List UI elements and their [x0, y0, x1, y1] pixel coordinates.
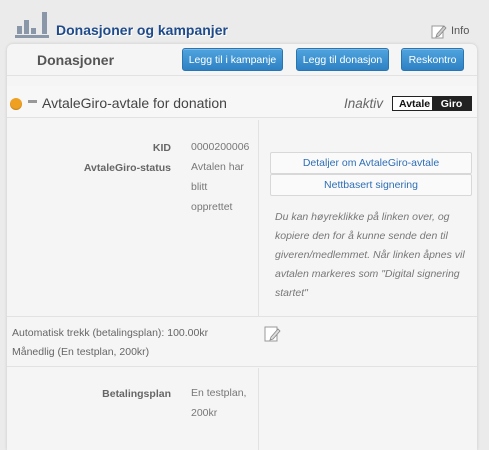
agreement-row[interactable]: AvtaleGiro-avtale for donation Inaktiv A…	[7, 86, 477, 118]
automatic-charge-text: Automatisk trekk (betalingsplan): 100.00…	[12, 327, 209, 358]
payment-plan-value-line-1: En testplan,	[191, 387, 247, 399]
app-title: Donasjoner og kampanjer	[56, 22, 228, 38]
agreement-title: AvtaleGiro-avtale for donation	[42, 95, 227, 111]
avtalegiro-status-line-2: blitt	[191, 181, 208, 193]
automatic-charge-section: Automatisk trekk (betalingsplan): 100.00…	[7, 316, 477, 367]
agreement-details: KID 0000200006 AvtaleGiro-status Avtalen…	[7, 120, 259, 316]
edit-icon[interactable]	[264, 325, 282, 343]
avtalegiro-status-line-1: Avtalen har	[191, 161, 244, 173]
kid-value: 0000200006	[191, 141, 250, 153]
panel-header: Donasjoner Legg til i kampanje Legg til …	[7, 44, 477, 76]
panel-title: Donasjoner	[37, 52, 115, 68]
payment-plan-section: Betalingsplan En testplan, 200kr	[7, 368, 259, 450]
avtalegiro-logo-right: Giro	[432, 97, 471, 110]
donations-panel: Donasjoner Legg til i kampanje Legg til …	[7, 44, 477, 450]
add-donation-button[interactable]: Legg til donasjon	[296, 48, 389, 71]
bar-chart-logo-icon	[15, 10, 49, 38]
reskontro-button[interactable]: Reskontro	[401, 48, 464, 71]
info-link[interactable]: Info	[431, 22, 469, 40]
edit-note-icon	[431, 25, 447, 39]
avtalegiro-status-label: AvtaleGiro-status	[83, 162, 171, 174]
avtalegiro-status-line-3: opprettet	[191, 201, 233, 213]
agreement-details-link[interactable]: Detaljer om AvtaleGiro-avtale	[270, 152, 472, 174]
add-to-campaign-button[interactable]: Legg til i kampanje	[182, 48, 283, 71]
info-label: Info	[451, 25, 470, 37]
agreement-actions: Detaljer om AvtaleGiro-avtale Nettbasert…	[260, 120, 477, 316]
avtalegiro-logo: Avtale Giro	[392, 96, 472, 111]
kid-label: KID	[152, 142, 171, 154]
avtalegiro-logo-left: Avtale	[393, 97, 433, 110]
agreement-status: Inaktiv	[344, 96, 384, 111]
payment-plan-value-line-2: 200kr	[191, 407, 218, 419]
payment-plan-label: Betalingsplan	[102, 388, 171, 400]
minus-icon[interactable]	[28, 100, 37, 103]
status-dot-icon	[10, 98, 22, 110]
app-header: Donasjoner og kampanjer Info	[0, 0, 489, 44]
signing-note: Du kan høyreklikke på linken over, og ko…	[275, 211, 465, 299]
online-signing-link[interactable]: Nettbasert signering	[270, 174, 472, 196]
